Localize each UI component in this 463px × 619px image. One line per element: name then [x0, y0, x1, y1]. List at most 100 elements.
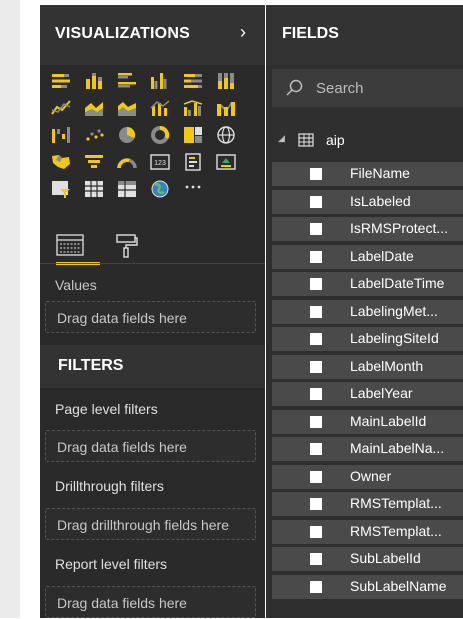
- map-globe-icon[interactable]: [215, 125, 237, 145]
- filters-title: FILTERS: [58, 357, 124, 374]
- page-filters-drop-zone[interactable]: Drag data fields here: [45, 430, 256, 462]
- field-checkbox[interactable]: [310, 250, 322, 263]
- table-visual-icon[interactable]: [83, 179, 105, 199]
- fields-search-box[interactable]: Search: [272, 69, 463, 107]
- field-name: RMSTemplat...: [350, 522, 442, 539]
- field-name: MainLabelId: [350, 412, 427, 429]
- clustered-bar-chart-icon[interactable]: [116, 71, 138, 91]
- field-name: RMSTemplat...: [350, 495, 442, 511]
- gauge-icon[interactable]: [116, 152, 138, 172]
- collapse-chevron-icon[interactable]: ›: [240, 22, 246, 43]
- field-name: FileName: [350, 165, 410, 181]
- field-checkbox[interactable]: [310, 305, 322, 318]
- kpi-icon[interactable]: [215, 152, 237, 172]
- field-checkbox[interactable]: [310, 470, 322, 483]
- search-input[interactable]: Search: [316, 80, 364, 97]
- fields-header: FIELDS: [266, 5, 463, 65]
- report-level-filters-label: Report level filters: [55, 556, 168, 572]
- filled-map-icon[interactable]: [50, 152, 72, 172]
- search-icon: [284, 78, 304, 98]
- field-name: SubLabelName: [350, 577, 447, 594]
- drillthrough-filters-label: Drillthrough filters: [55, 478, 164, 494]
- field-item[interactable]: Owner: [272, 464, 463, 489]
- matrix-icon[interactable]: [116, 179, 138, 199]
- donut-chart-icon[interactable]: [149, 125, 171, 145]
- field-item[interactable]: SubLabelName: [272, 574, 463, 599]
- field-checkbox[interactable]: [310, 553, 322, 565]
- field-name: LabelingSiteId: [350, 330, 439, 346]
- stacked-column-chart-icon[interactable]: [83, 71, 105, 91]
- fields-well-tab-icon[interactable]: [55, 233, 85, 257]
- stacked-bar-chart-icon[interactable]: [50, 71, 72, 91]
- field-item[interactable]: MainLabelNa...: [272, 437, 463, 461]
- line-and-clustered-column-icon[interactable]: [182, 98, 204, 118]
- visualizations-title: VISUALIZATIONS: [55, 25, 190, 42]
- field-item[interactable]: LabelMonth: [272, 354, 463, 379]
- field-name: SubLabelId: [350, 550, 421, 566]
- field-checkbox[interactable]: [310, 168, 322, 180]
- pie-chart-icon[interactable]: [116, 125, 138, 145]
- 100-percent-bar-chart-icon[interactable]: [182, 71, 204, 91]
- values-label: Values: [55, 277, 97, 293]
- field-item[interactable]: MainLabelId: [272, 409, 463, 434]
- field-item[interactable]: RMSTemplat...: [272, 492, 463, 516]
- page-level-filters-label: Page level filters: [55, 401, 158, 417]
- field-item[interactable]: LabelDate: [272, 244, 463, 269]
- field-checkbox[interactable]: [310, 580, 322, 593]
- waterfall-chart-icon[interactable]: [50, 125, 72, 145]
- treemap-icon[interactable]: [182, 125, 204, 145]
- field-checkbox[interactable]: [310, 360, 322, 373]
- tabs-divider: [40, 263, 265, 264]
- field-item[interactable]: FileName: [272, 162, 463, 186]
- field-item[interactable]: LabelYear: [272, 382, 463, 406]
- area-chart-icon[interactable]: [83, 98, 105, 118]
- field-item[interactable]: LabelingSiteId: [272, 327, 463, 351]
- line-and-stacked-column-icon[interactable]: [149, 98, 171, 118]
- table-node-aip[interactable]: ◢ aip: [266, 129, 463, 153]
- field-item[interactable]: LabelingMet...: [272, 299, 463, 324]
- values-drop-zone[interactable]: Drag data fields here: [45, 301, 256, 333]
- format-paint-roller-icon[interactable]: [115, 233, 139, 259]
- arcgis-map-icon[interactable]: [149, 179, 171, 199]
- field-checkbox[interactable]: [310, 498, 322, 510]
- field-item[interactable]: IsLabeled: [272, 189, 463, 214]
- field-checkbox[interactable]: [310, 333, 322, 345]
- field-name: LabelYear: [350, 385, 413, 401]
- field-item[interactable]: SubLabelId: [272, 547, 463, 571]
- field-name: Owner: [350, 467, 392, 484]
- line-chart-icon[interactable]: [50, 98, 72, 118]
- left-margin-strip: [0, 0, 20, 618]
- report-filters-drop-zone[interactable]: Drag data fields here: [45, 586, 256, 618]
- fields-title: FIELDS: [282, 25, 339, 42]
- multi-row-card-icon[interactable]: [182, 152, 204, 172]
- field-checkbox[interactable]: [310, 278, 322, 290]
- field-checkbox[interactable]: [310, 223, 322, 235]
- field-checkbox[interactable]: [310, 388, 322, 400]
- field-name: LabelingMet...: [350, 302, 438, 319]
- field-item[interactable]: LabelDateTime: [272, 272, 463, 296]
- field-item[interactable]: IsRMSProtect...: [272, 217, 463, 241]
- ribbon-chart-icon[interactable]: [215, 98, 237, 118]
- card-icon[interactable]: 123: [149, 152, 171, 172]
- funnel-icon[interactable]: [83, 152, 105, 172]
- table-name: aip: [326, 132, 345, 148]
- more-visuals-icon[interactable]: [182, 179, 204, 199]
- field-checkbox[interactable]: [310, 415, 322, 428]
- field-item[interactable]: RMSTemplat...: [272, 519, 463, 544]
- drillthrough-drop-zone[interactable]: Drag drillthrough fields here: [45, 508, 256, 540]
- field-checkbox[interactable]: [310, 195, 322, 208]
- stacked-area-chart-icon[interactable]: [116, 98, 138, 118]
- expand-triangle-icon[interactable]: ◢: [278, 133, 285, 144]
- field-name: LabelMonth: [350, 357, 424, 374]
- slicer-icon[interactable]: [50, 179, 72, 199]
- 100-percent-column-chart-icon[interactable]: [215, 71, 237, 91]
- visualizations-pane: VISUALIZATIONS › 123 Values Drag data fi…: [40, 5, 265, 618]
- field-name: IsLabeled: [350, 192, 411, 209]
- filters-header: FILTERS: [40, 345, 265, 388]
- field-checkbox[interactable]: [310, 443, 322, 455]
- clustered-column-chart-icon[interactable]: [149, 71, 171, 91]
- svg-text:123: 123: [154, 160, 166, 167]
- field-checkbox[interactable]: [310, 525, 322, 538]
- scatter-chart-icon[interactable]: [83, 125, 105, 145]
- fields-pane: FIELDS Search ◢ aip FileName IsLabeled I…: [266, 5, 463, 618]
